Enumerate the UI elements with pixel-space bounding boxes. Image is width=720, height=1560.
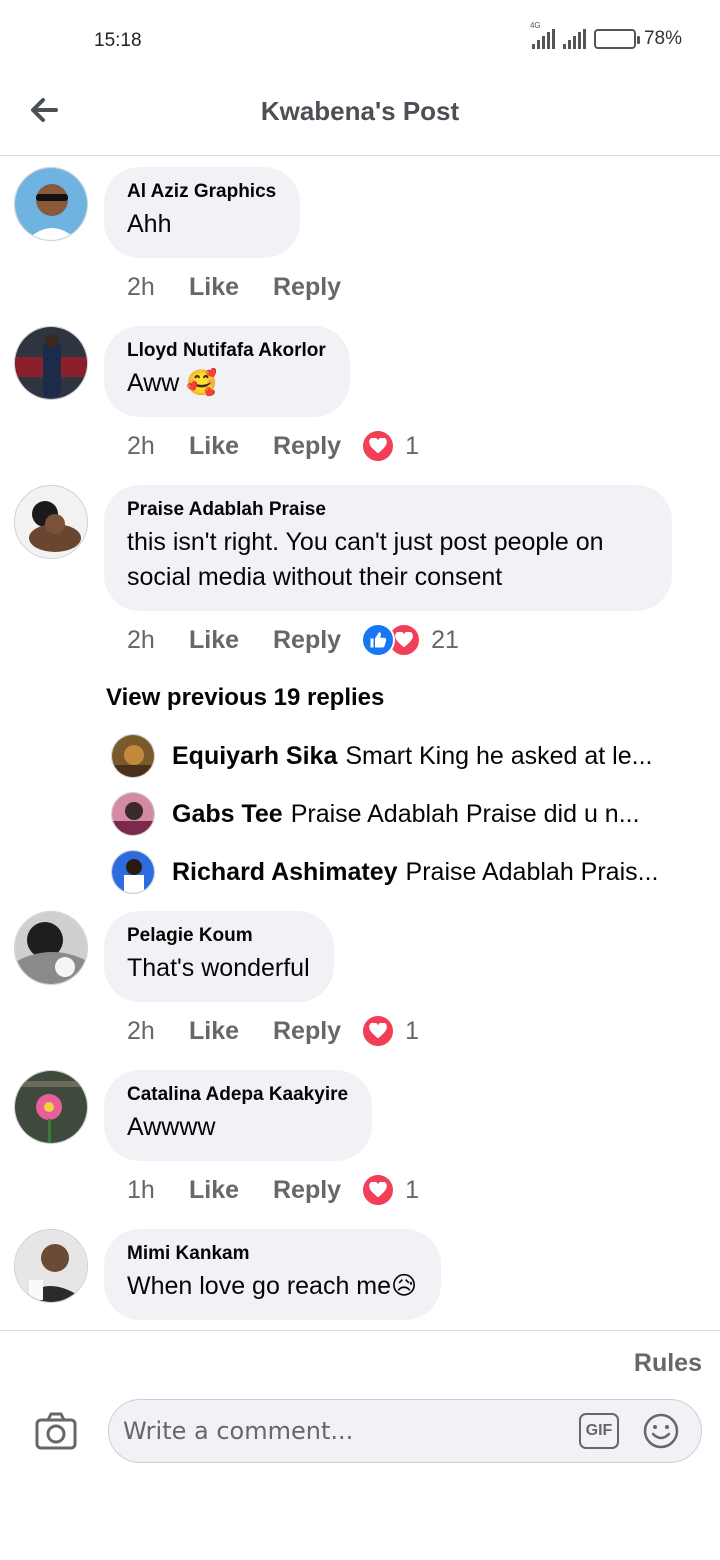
reply-text: Praise Adablah Praise did u n...: [290, 800, 640, 828]
comment-bubble[interactable]: Al Aziz Graphics Ahh: [104, 167, 301, 258]
comment-bubble[interactable]: Lloyd Nutifafa Akorlor Aww 🥰: [104, 326, 350, 417]
reaction-summary[interactable]: 1: [361, 1173, 419, 1207]
comment-bubble[interactable]: Catalina Adepa Kaakyire Awwww: [104, 1070, 373, 1161]
avatar[interactable]: [14, 167, 88, 241]
avatar: [111, 850, 155, 894]
page-title: Kwabena's Post: [260, 96, 460, 126]
comment-actions: 2h Like Reply 1: [104, 417, 720, 475]
battery-percent: 78%: [643, 28, 682, 49]
comment-actions: 2h Like Reply 1: [104, 1002, 720, 1060]
love-reaction-icon: [361, 1173, 396, 1207]
comment-time: 2h: [127, 431, 155, 460]
comment-placeholder: Write a comment...: [123, 1417, 354, 1445]
comment-author[interactable]: Pelagie Koum: [127, 925, 310, 947]
status-bar: 15:18 4G 78%: [0, 0, 720, 72]
status-time: 15:18: [94, 30, 142, 51]
reaction-count: 21: [431, 625, 459, 654]
comment-text: this isn't right. You can't just post pe…: [127, 528, 604, 591]
reply-preview[interactable]: Richard Ashimatey Praise Adablah Prais...: [0, 843, 690, 901]
comment-actions: 1h Like Reply 1: [104, 1161, 720, 1219]
avatar[interactable]: [14, 485, 88, 559]
avatar: [111, 792, 155, 836]
reaction-count: 1: [405, 431, 419, 460]
love-reaction-icon: [361, 429, 396, 463]
app-header: Kwabena's Post: [0, 72, 720, 156]
reaction-summary[interactable]: 1: [361, 429, 419, 463]
comment-author[interactable]: Al Aziz Graphics: [127, 181, 276, 203]
cell-signal-2-icon: [562, 29, 586, 49]
reply-button[interactable]: Reply: [273, 273, 341, 302]
reaction-summary[interactable]: 1: [361, 1014, 419, 1048]
comment-text: When love go reach me😥: [127, 1272, 418, 1300]
like-button[interactable]: Like: [189, 626, 273, 655]
like-button[interactable]: Like: [189, 1176, 273, 1205]
comment-time: 2h: [127, 1016, 155, 1045]
avatar[interactable]: [14, 1229, 88, 1303]
comment-time: 1h: [127, 1175, 155, 1204]
reply-button[interactable]: Reply: [273, 432, 341, 461]
comment-item: Lloyd Nutifafa Akorlor Aww 🥰 2h Like Rep…: [0, 316, 720, 475]
comment-actions: 2h Like Reply: [104, 258, 720, 316]
comment-composer: Rules Write a comment... GIF: [0, 1330, 720, 1560]
comment-bubble[interactable]: Pelagie Koum That's wonderful: [104, 911, 334, 1002]
camera-icon[interactable]: [34, 1411, 78, 1451]
reply-author[interactable]: Richard Ashimatey: [172, 858, 398, 886]
comment-author[interactable]: Catalina Adepa Kaakyire: [127, 1084, 348, 1106]
rules-link[interactable]: Rules: [634, 1349, 702, 1378]
reply-text: Praise Adablah Prais...: [405, 858, 659, 886]
like-button[interactable]: Like: [189, 1017, 273, 1046]
view-previous-replies[interactable]: View previous 19 replies: [0, 669, 720, 727]
cell-signal-icon: 4G: [530, 21, 555, 49]
comment-list: Al Aziz Graphics Ahh 2h Like Reply Lloyd…: [0, 157, 720, 1330]
avatar: [111, 734, 155, 778]
reaction-summary[interactable]: 21: [361, 623, 459, 657]
comment-text: Aww 🥰: [127, 369, 218, 397]
comment-time: 2h: [127, 272, 155, 301]
avatar[interactable]: [14, 1070, 88, 1144]
comment-bubble[interactable]: Mimi Kankam When love go reach me😥: [104, 1229, 442, 1320]
like-button[interactable]: Like: [189, 432, 273, 461]
comment-bubble[interactable]: Praise Adablah Praise this isn't right. …: [104, 485, 672, 611]
reply-button[interactable]: Reply: [273, 1017, 341, 1046]
comment-item: Al Aziz Graphics Ahh 2h Like Reply: [0, 157, 720, 316]
comment-item: Pelagie Koum That's wonderful 2h Like Re…: [0, 901, 720, 1060]
reply-button[interactable]: Reply: [273, 626, 341, 655]
comment-text: Ahh: [127, 210, 172, 238]
status-icons: 4G 78%: [530, 21, 682, 50]
comment-actions: 2h Like Reply 21: [104, 611, 720, 669]
reaction-count: 1: [405, 1175, 419, 1204]
comment-item: Mimi Kankam When love go reach me😥: [0, 1219, 720, 1320]
battery-icon: [593, 29, 640, 49]
comment-item: Catalina Adepa Kaakyire Awwww 1h Like Re…: [0, 1060, 720, 1219]
reaction-count: 1: [405, 1016, 419, 1045]
comment-author[interactable]: Praise Adablah Praise: [127, 499, 648, 521]
love-reaction-icon: [361, 1014, 396, 1048]
emoji-icon[interactable]: [642, 1412, 680, 1450]
comment-text: That's wonderful: [127, 954, 310, 982]
reply-preview[interactable]: Gabs Tee Praise Adablah Praise did u n...: [0, 785, 690, 843]
comment-time: 2h: [127, 625, 155, 654]
avatar[interactable]: [14, 326, 88, 400]
avatar[interactable]: [14, 911, 88, 985]
comment-item: Praise Adablah Praise this isn't right. …: [0, 475, 720, 901]
reply-preview[interactable]: Equiyarh Sika Smart King he asked at le..…: [0, 727, 690, 785]
comment-author[interactable]: Mimi Kankam: [127, 1243, 417, 1265]
comment-input[interactable]: Write a comment... GIF: [108, 1399, 702, 1463]
like-reaction-icon: [361, 623, 396, 657]
reply-button[interactable]: Reply: [273, 1176, 341, 1205]
like-button[interactable]: Like: [189, 273, 273, 302]
reply-author[interactable]: Gabs Tee: [172, 800, 283, 828]
reply-text: Smart King he asked at le...: [345, 742, 653, 770]
reply-author[interactable]: Equiyarh Sika: [172, 742, 337, 770]
gif-button[interactable]: GIF: [579, 1413, 619, 1449]
comment-text: Awwww: [127, 1113, 216, 1141]
comment-author[interactable]: Lloyd Nutifafa Akorlor: [127, 340, 326, 362]
